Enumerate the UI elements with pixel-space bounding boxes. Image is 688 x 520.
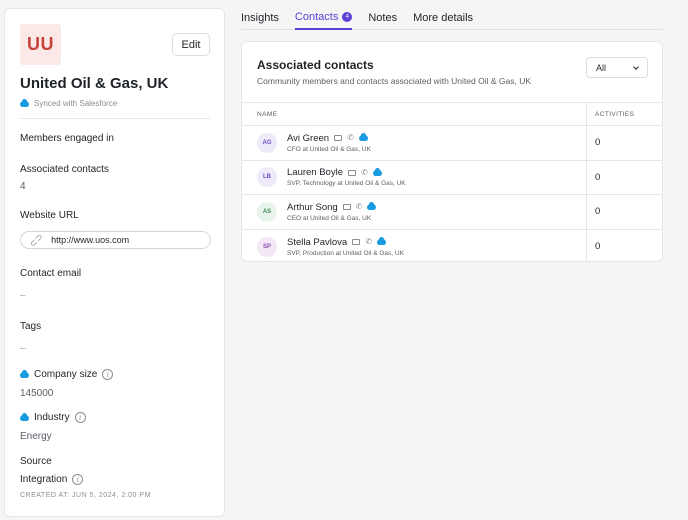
card-title: Associated contacts [257,58,374,72]
website-url-value: http://www.uos.com [51,235,130,245]
source-label: Source [20,456,52,467]
salesforce-cloud-icon [358,133,368,142]
tags-value: – [20,343,26,354]
sync-text: Synced with Salesforce [34,99,118,108]
mail-icon[interactable] [352,239,361,246]
industry-label-row: Industry i [20,412,86,423]
contact-cell: AG Avi Green ✆ CFO at United Oil & Gas, … [242,126,587,160]
salesforce-cloud-icon [372,167,382,176]
info-icon[interactable]: i [72,474,84,485]
contact-name[interactable]: Avi Green [287,133,329,144]
salesforce-cloud-icon [20,98,29,107]
contact-cell: AS Arthur Song ✆ CEO at United Oil & Gas… [242,195,587,229]
table-row[interactable]: AG Avi Green ✆ CFO at United Oil & Gas, … [242,126,662,161]
sync-status: Synced with Salesforce [20,98,118,108]
company-size-label-row: Company size i [20,369,114,380]
salesforce-cloud-icon [367,202,377,211]
company-size-label: Company size [34,369,98,380]
divider [20,118,210,119]
column-header-name[interactable]: NAME [242,103,587,125]
contacts-table: NAME ACTIVITIES AG Avi Green ✆ CFO at Un… [242,102,662,261]
tab-notes[interactable]: Notes [368,8,397,30]
contact-role: SVP, Technology at United Oil & Gas, UK [287,180,406,188]
avatar: SP [257,236,277,257]
salesforce-cloud-icon [20,369,29,378]
tab-label: Notes [368,12,398,24]
table-row[interactable]: SP Stella Pavlova ✆ SVP, Production at U… [242,229,662,261]
phone-icon[interactable]: ✆ [356,203,363,211]
company-name: United Oil & Gas, UK [20,75,169,92]
industry-label: Industry [34,412,70,423]
tab-contacts[interactable]: Contacts 4 [294,8,353,30]
contact-role: SVP, Production at United Oil & Gas, UK [287,249,404,257]
contacts-filter-select[interactable]: All [586,57,648,78]
table-row[interactable]: AS Arthur Song ✆ CEO at United Oil & Gas… [242,195,662,230]
mail-icon[interactable] [347,169,356,176]
avatar: AG [257,132,277,153]
avatar: AS [257,201,277,222]
tab-more-details[interactable]: More details [413,8,473,30]
card-subtitle: Community members and contacts associate… [257,76,531,86]
contact-cell: SP Stella Pavlova ✆ SVP, Production at U… [242,229,587,261]
members-engaged-label: Members engaged in [20,133,114,144]
associated-contacts-value: 4 [20,181,26,192]
link-icon: ⊂⊃ [27,230,46,249]
phone-icon[interactable]: ✆ [347,134,354,142]
associated-contacts-card: Associated contacts Community members an… [241,41,663,262]
info-icon[interactable]: i [74,412,86,423]
tags-label: Tags [20,321,42,332]
phone-icon[interactable]: ✆ [361,168,368,177]
contacts-count-badge: 4 [342,12,353,22]
website-url-label: Website URL [20,210,79,221]
info-icon[interactable]: i [102,369,114,380]
industry-value: Energy [20,431,52,442]
activities-count: 0 [595,241,601,253]
tab-label: Insights [241,12,279,24]
contact-email-label: Contact email [20,268,82,279]
tab-bar: Insights Contacts 4 Notes More details [241,8,663,30]
company-logo: UU [20,24,61,65]
table-row[interactable]: LB Lauren Boyle ✆ SVP, Technology at Uni… [242,160,662,195]
mail-icon[interactable] [334,135,343,142]
activities-count: 0 [595,171,601,183]
associated-contacts-label: Associated contacts [20,164,109,175]
contact-name[interactable]: Lauren Boyle [287,167,343,178]
company-details-panel: UU Edit United Oil & Gas, UK Synced with… [4,8,225,517]
tab-insights[interactable]: Insights [241,8,279,30]
tab-label: More details [413,12,474,24]
contact-email-value: – [20,290,26,301]
source-value: Integration [20,474,68,485]
activities-count: 0 [595,137,601,149]
contact-role: CEO at United Oil & Gas, UK [287,214,372,222]
filter-value: All [596,62,607,73]
mail-icon[interactable] [342,204,351,211]
salesforce-cloud-icon [376,237,386,246]
contact-role: CFO at United Oil & Gas, UK [287,145,371,153]
table-header: NAME ACTIVITIES [242,102,662,126]
salesforce-cloud-icon [20,412,29,421]
company-size-value: 145000 [20,388,54,399]
avatar: LB [257,167,277,188]
phone-icon[interactable]: ✆ [365,238,372,246]
contact-name[interactable]: Stella Pavlova [287,237,347,248]
chevron-down-icon [633,63,639,70]
column-header-activities[interactable]: ACTIVITIES [587,111,634,118]
activities-count: 0 [595,206,601,218]
edit-button[interactable]: Edit [172,33,210,56]
contact-name[interactable]: Arthur Song [287,202,338,213]
website-url-field[interactable]: ⊂⊃ http://www.uos.com [20,231,211,249]
contact-cell: LB Lauren Boyle ✆ SVP, Technology at Uni… [242,160,587,194]
source-value-row: Integration i [20,474,84,485]
tab-label: Contacts [294,11,339,23]
created-at: CREATED AT: JUN 5, 2024, 2:00 PM [20,492,151,499]
